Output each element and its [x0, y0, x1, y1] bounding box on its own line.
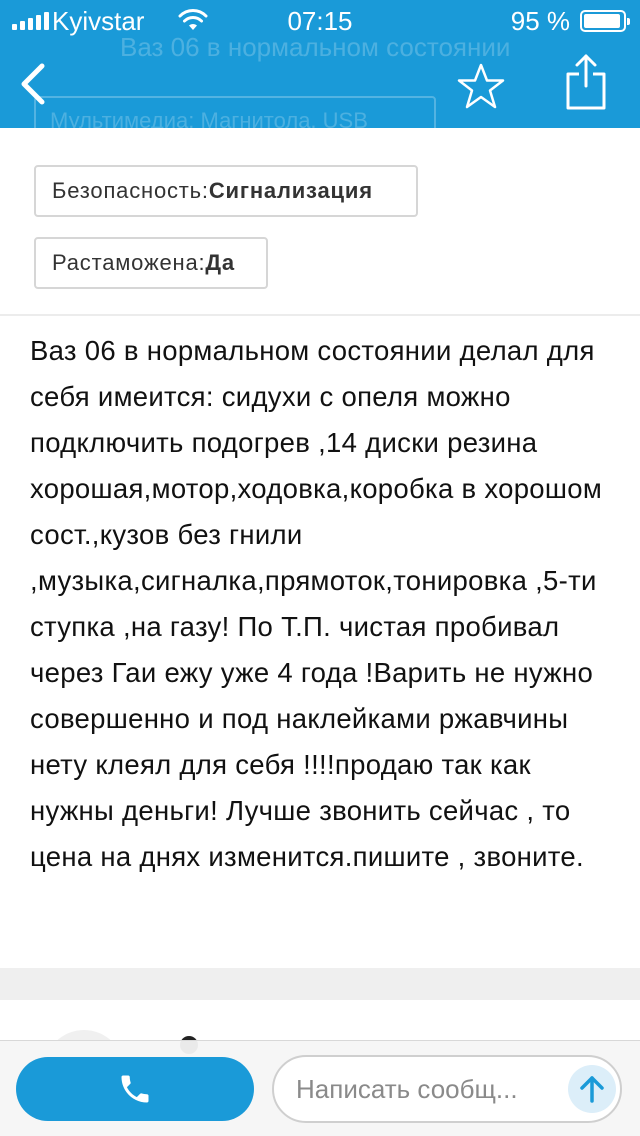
arrow-up-icon	[580, 1076, 604, 1103]
back-button[interactable]	[14, 62, 54, 106]
message-field	[272, 1055, 622, 1123]
param-label: Растаможена:	[52, 250, 206, 275]
app-header: Kyivstar 07:15 95 % Ваз 06 в нормальном …	[0, 0, 640, 128]
param-chip-customs: Растаможена: Да	[34, 237, 268, 289]
star-outline-icon	[457, 63, 505, 109]
listing-description: Ваз 06 в нормальном состоянии делал для …	[30, 335, 603, 872]
battery-level	[584, 14, 620, 28]
phone-icon	[121, 1075, 149, 1103]
faded-param-chip: Мультимедиа: Магнитола, USB	[34, 96, 436, 128]
send-button[interactable]	[568, 1065, 616, 1113]
bottom-action-bar	[0, 1040, 640, 1136]
share-button[interactable]	[564, 52, 608, 110]
param-label: Безопасность:	[52, 178, 209, 203]
param-value: Да	[205, 250, 235, 275]
call-button[interactable]	[16, 1057, 254, 1121]
section-separator	[0, 968, 640, 1000]
param-value: Сигнализация	[208, 178, 373, 203]
battery-icon	[580, 10, 630, 32]
section-divider	[0, 314, 640, 316]
favorite-button[interactable]	[456, 62, 506, 110]
faded-header-title: Ваз 06 в нормальном состоянии	[120, 32, 511, 62]
chevron-left-icon	[21, 63, 45, 105]
share-icon	[566, 54, 606, 110]
message-input[interactable]	[296, 1069, 556, 1109]
param-chip-security: Безопасность: Сигнализация	[34, 165, 418, 217]
